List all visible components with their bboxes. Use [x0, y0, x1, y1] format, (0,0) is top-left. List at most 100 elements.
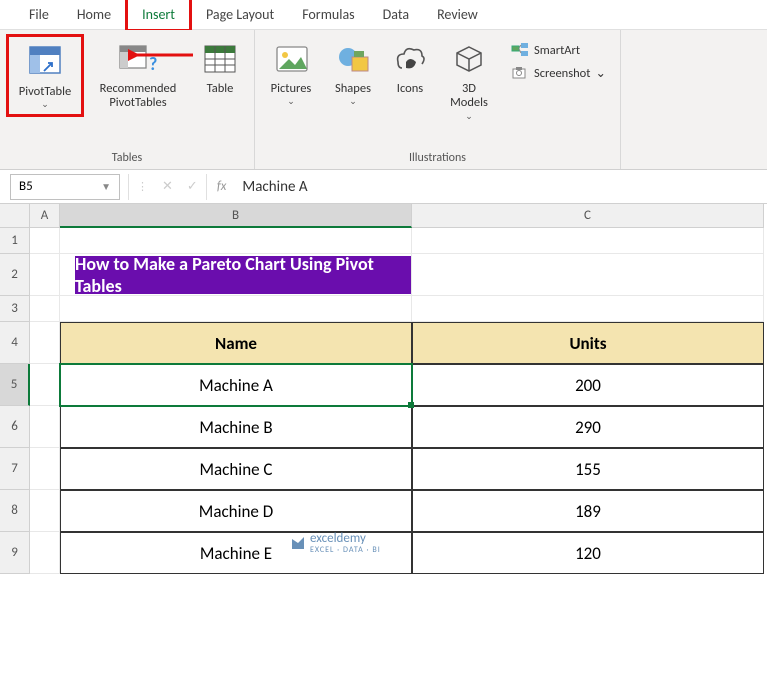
- name-box[interactable]: B5 ▼: [10, 174, 120, 200]
- cell-a8[interactable]: [30, 490, 60, 532]
- cell-a5[interactable]: [30, 364, 60, 406]
- screenshot-label: Screenshot: [534, 66, 590, 81]
- cell-b5[interactable]: Machine A: [60, 364, 412, 406]
- cell-a4[interactable]: [30, 322, 60, 364]
- tab-page-layout[interactable]: Page Layout: [192, 0, 288, 29]
- tab-file[interactable]: File: [15, 0, 63, 29]
- 3d-models-icon: [451, 38, 487, 80]
- row-1: 1: [0, 228, 767, 254]
- row-3: 3: [0, 296, 767, 322]
- col-header-a[interactable]: A: [30, 204, 60, 228]
- formula-value[interactable]: Machine A: [236, 178, 307, 196]
- cell-b3[interactable]: [60, 296, 412, 322]
- cell-b7[interactable]: Machine C: [60, 448, 412, 490]
- row-header-9[interactable]: 9: [0, 532, 30, 574]
- pivot-table-icon: [26, 41, 64, 83]
- icons-button[interactable]: Icons: [385, 34, 435, 100]
- enter-icon[interactable]: ✓: [187, 179, 198, 194]
- row-header-6[interactable]: 6: [0, 406, 30, 448]
- group-tables-label: Tables: [112, 149, 142, 167]
- cell-a7[interactable]: [30, 448, 60, 490]
- row-9: 9 Machine E 120: [0, 532, 767, 574]
- cell-c1[interactable]: [412, 228, 764, 254]
- cell-a6[interactable]: [30, 406, 60, 448]
- row-2: 2 How to Make a Pareto Chart Using Pivot…: [0, 254, 767, 296]
- row-header-5[interactable]: 5: [0, 364, 30, 406]
- watermark-brand: exceldemy: [310, 531, 381, 546]
- shapes-button[interactable]: Shapes ⌄: [325, 34, 381, 111]
- tab-formulas[interactable]: Formulas: [288, 0, 368, 29]
- chevron-down-icon: ⌄: [349, 96, 357, 107]
- cell-c8[interactable]: 189: [412, 490, 764, 532]
- row-header-1[interactable]: 1: [0, 228, 30, 254]
- cancel-icon[interactable]: ✕: [162, 179, 173, 194]
- cell-b1[interactable]: [60, 228, 412, 254]
- ribbon-tabs: File Home Insert Page Layout Formulas Da…: [0, 0, 767, 30]
- cell-b8[interactable]: Machine D: [60, 490, 412, 532]
- tab-insert[interactable]: Insert: [125, 0, 192, 32]
- smartart-icon: [511, 42, 529, 58]
- screenshot-button[interactable]: Screenshot ⌄: [507, 63, 610, 83]
- smartart-label: SmartArt: [534, 43, 580, 58]
- cell-b6[interactable]: Machine B: [60, 406, 412, 448]
- col-header-c[interactable]: C: [412, 204, 764, 228]
- pictures-icon: [271, 38, 311, 80]
- cell-c3[interactable]: [412, 296, 764, 322]
- 3d-models-button[interactable]: 3D Models ⌄: [439, 34, 499, 126]
- watermark: exceldemy EXCEL · DATA · BI: [290, 531, 381, 554]
- row-header-7[interactable]: 7: [0, 448, 30, 490]
- chevron-down-icon: ⌄: [595, 65, 605, 81]
- cell-c6[interactable]: 290: [412, 406, 764, 448]
- ribbon: PivotTable ⌄ ? Recommended PivotTables T…: [0, 30, 767, 170]
- tab-data[interactable]: Data: [369, 0, 423, 29]
- cell-b4[interactable]: Name: [60, 322, 412, 364]
- cell-c5[interactable]: 200: [412, 364, 764, 406]
- select-all-corner[interactable]: [0, 204, 30, 228]
- smartart-button[interactable]: SmartArt: [507, 40, 610, 60]
- chevron-down-icon: ⌄: [287, 96, 295, 107]
- recommended-pivot-label: Recommended PivotTables: [100, 82, 177, 111]
- 3d-models-label: 3D Models: [450, 82, 488, 111]
- screenshot-icon: [511, 65, 529, 81]
- table-button[interactable]: Table: [192, 34, 248, 100]
- cell-a2[interactable]: [30, 254, 60, 296]
- pivot-table-button[interactable]: PivotTable ⌄: [6, 34, 84, 117]
- group-illustrations: Pictures ⌄ Shapes ⌄ Icons 3D Mo: [255, 30, 621, 169]
- row-header-3[interactable]: 3: [0, 296, 30, 322]
- shapes-icon: [334, 38, 372, 80]
- cell-c9[interactable]: 120: [412, 532, 764, 574]
- icons-label: Icons: [397, 82, 423, 96]
- cell-c2[interactable]: [412, 254, 764, 296]
- tab-review[interactable]: Review: [423, 0, 492, 29]
- tab-home[interactable]: Home: [63, 0, 125, 29]
- cell-c7[interactable]: 155: [412, 448, 764, 490]
- pictures-button[interactable]: Pictures ⌄: [261, 34, 321, 111]
- cell-a3[interactable]: [30, 296, 60, 322]
- cell-c4[interactable]: Units: [412, 322, 764, 364]
- annotation-arrow: [128, 46, 198, 64]
- chevron-down-icon: ⌄: [465, 111, 473, 122]
- chevron-down-icon: ▼: [101, 180, 111, 193]
- row-header-2[interactable]: 2: [0, 254, 30, 296]
- row-7: 7 Machine C 155: [0, 448, 767, 490]
- title-banner: How to Make a Pareto Chart Using Pivot T…: [75, 256, 411, 294]
- shapes-label: Shapes: [335, 82, 371, 96]
- chevron-down-icon: ⌄: [41, 99, 49, 110]
- icons-icon: [392, 38, 428, 80]
- worksheet: A B C 1 2 How to Make a Pareto Chart Usi…: [0, 204, 767, 574]
- group-illustrations-label: Illustrations: [409, 149, 466, 167]
- watermark-icon: [290, 535, 306, 551]
- row-4: 4 Name Units: [0, 322, 767, 364]
- fx-icon[interactable]: fx: [207, 179, 237, 194]
- row-6: 6 Machine B 290: [0, 406, 767, 448]
- cell-a9[interactable]: [30, 532, 60, 574]
- fill-handle[interactable]: [408, 402, 414, 408]
- row-header-8[interactable]: 8: [0, 490, 30, 532]
- cell-b2[interactable]: How to Make a Pareto Chart Using Pivot T…: [60, 254, 412, 296]
- cell-a1[interactable]: [30, 228, 60, 254]
- watermark-tagline: EXCEL · DATA · BI: [310, 546, 381, 554]
- row-8: 8 Machine D 189: [0, 490, 767, 532]
- col-header-b[interactable]: B: [60, 204, 412, 228]
- formula-bar-buttons: ⋮ ✕ ✓: [128, 174, 207, 200]
- row-header-4[interactable]: 4: [0, 322, 30, 364]
